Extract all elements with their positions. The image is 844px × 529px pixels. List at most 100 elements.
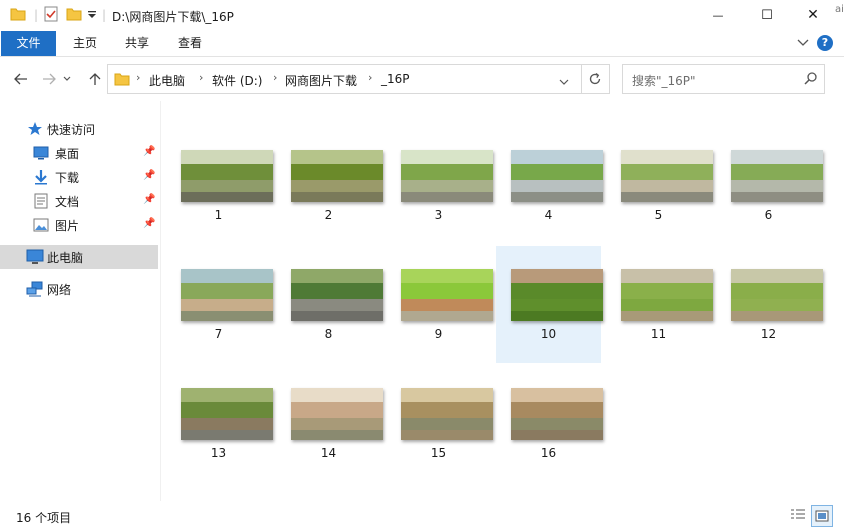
file-item[interactable]: 15 (386, 365, 493, 482)
file-item[interactable]: 14 (276, 365, 383, 482)
pin-icon[interactable]: 📌 (143, 146, 155, 157)
details-view-icon (791, 509, 805, 519)
pin-icon[interactable]: 📌 (143, 170, 155, 181)
separator: | (102, 8, 107, 22)
file-item[interactable]: 1 (166, 127, 273, 244)
details-view-button[interactable] (788, 505, 808, 525)
image-thumbnail (291, 269, 383, 321)
search-input[interactable]: 搜索"_16P" (622, 64, 825, 94)
help-icon[interactable]: ? (817, 35, 833, 51)
file-name: 7 (214, 327, 223, 341)
sidebar-item-network[interactable]: 网络 (0, 277, 158, 301)
image-thumbnail (621, 269, 713, 321)
large-icons-view-button[interactable] (811, 505, 833, 527)
edge-text: ai (835, 4, 844, 15)
file-item[interactable]: 3 (386, 127, 493, 244)
file-name: 11 (650, 327, 667, 341)
title-bar: | | D:\网商图片下载\_16P — ☐ ✕ ai (0, 0, 844, 31)
tab-share[interactable]: 共享 (112, 31, 162, 56)
navigation-pane: 快速访问 桌面 📌 下载 📌 文档 📌 图片 📌 此电脑 网络 (0, 101, 160, 501)
image-thumbnail (401, 388, 493, 440)
file-grid: 1 2 3 4 5 6 7 8 9 10 11 12 13 14 15 16 (161, 101, 844, 501)
download-icon (33, 169, 49, 185)
document-icon (33, 193, 49, 209)
file-item[interactable]: 8 (276, 246, 383, 363)
image-thumbnail (511, 269, 603, 321)
file-item[interactable]: 16 (496, 365, 603, 482)
properties-icon[interactable] (43, 6, 59, 25)
folder-icon[interactable] (10, 6, 26, 25)
image-thumbnail (731, 269, 823, 321)
file-name: 16 (540, 446, 557, 460)
chevron-right-icon[interactable]: › (368, 71, 372, 84)
file-name: 12 (760, 327, 777, 341)
sidebar-item-pictures[interactable]: 图片 📌 (0, 213, 158, 237)
tab-view[interactable]: 查看 (165, 31, 215, 56)
file-item[interactable]: 5 (606, 127, 713, 244)
network-icon (26, 281, 43, 297)
image-thumbnail (621, 150, 713, 202)
tab-file[interactable]: 文件 (1, 31, 56, 56)
ribbon-tabs: 文件 主页 共享 查看 ? (0, 31, 844, 57)
address-bar[interactable]: › 此电脑 › 软件 (D:) › 网商图片下载 › _16P (107, 64, 582, 94)
close-button[interactable]: ✕ (790, 0, 836, 30)
pin-icon[interactable]: 📌 (143, 218, 155, 229)
chevron-right-icon[interactable]: › (199, 71, 203, 84)
file-item[interactable]: 4 (496, 127, 603, 244)
search-placeholder: 搜索"_16P" (632, 74, 696, 88)
refresh-icon (589, 72, 600, 85)
quick-access-dropdown-icon[interactable] (87, 9, 97, 23)
sidebar-item-downloads[interactable]: 下载 📌 (0, 165, 158, 189)
sidebar-item-this-pc[interactable]: 此电脑 (0, 245, 158, 269)
search-icon[interactable] (804, 72, 817, 88)
breadcrumb-current[interactable]: _16P (381, 72, 410, 86)
file-item[interactable]: 12 (716, 246, 823, 363)
sidebar-item-quick-access[interactable]: 快速访问 (0, 117, 158, 141)
item-count: 16 个项目 (16, 511, 72, 525)
refresh-button[interactable] (580, 64, 610, 94)
file-name: 8 (324, 327, 333, 341)
file-item[interactable]: 2 (276, 127, 383, 244)
address-dropdown-icon[interactable] (559, 75, 569, 89)
tab-home[interactable]: 主页 (60, 31, 110, 56)
folder-icon (114, 71, 130, 89)
desktop-icon (33, 145, 49, 161)
file-item[interactable]: 11 (606, 246, 713, 363)
maximize-button[interactable]: ☐ (744, 0, 790, 30)
new-folder-icon[interactable] (66, 6, 82, 25)
file-name: 9 (434, 327, 443, 341)
pin-icon[interactable]: 📌 (143, 194, 155, 205)
sidebar-item-documents[interactable]: 文档 📌 (0, 189, 158, 213)
ribbon-expand-icon[interactable] (797, 37, 809, 51)
file-name: 5 (654, 208, 663, 222)
breadcrumb-drive[interactable]: 软件 (D:) (212, 72, 262, 89)
chevron-right-icon[interactable]: › (273, 71, 277, 84)
file-item[interactable]: 7 (166, 246, 273, 363)
forward-button[interactable] (38, 68, 60, 90)
image-thumbnail (181, 269, 273, 321)
image-thumbnail (181, 150, 273, 202)
file-name: 13 (210, 446, 227, 460)
breadcrumb-this-pc[interactable]: 此电脑 (149, 72, 185, 89)
star-icon (27, 121, 43, 137)
file-item[interactable]: 10 (496, 246, 603, 363)
image-thumbnail (731, 150, 823, 202)
image-thumbnail (401, 150, 493, 202)
back-button[interactable] (10, 68, 32, 90)
up-button[interactable] (84, 68, 106, 90)
image-thumbnail (511, 150, 603, 202)
file-item[interactable]: 6 (716, 127, 823, 244)
file-name: 10 (540, 327, 557, 341)
file-name: 3 (434, 208, 443, 222)
minimize-button[interactable]: — (695, 0, 741, 30)
status-bar: 16 个项目 (0, 501, 844, 529)
image-thumbnail (291, 388, 383, 440)
file-item[interactable]: 13 (166, 365, 273, 482)
file-item[interactable]: 9 (386, 246, 493, 363)
chevron-right-icon[interactable]: › (136, 71, 140, 84)
file-name: 1 (214, 208, 223, 222)
recent-locations-button[interactable] (60, 68, 74, 90)
image-thumbnail (511, 388, 603, 440)
sidebar-item-desktop[interactable]: 桌面 📌 (0, 141, 158, 165)
breadcrumb-folder[interactable]: 网商图片下载 (285, 72, 357, 89)
